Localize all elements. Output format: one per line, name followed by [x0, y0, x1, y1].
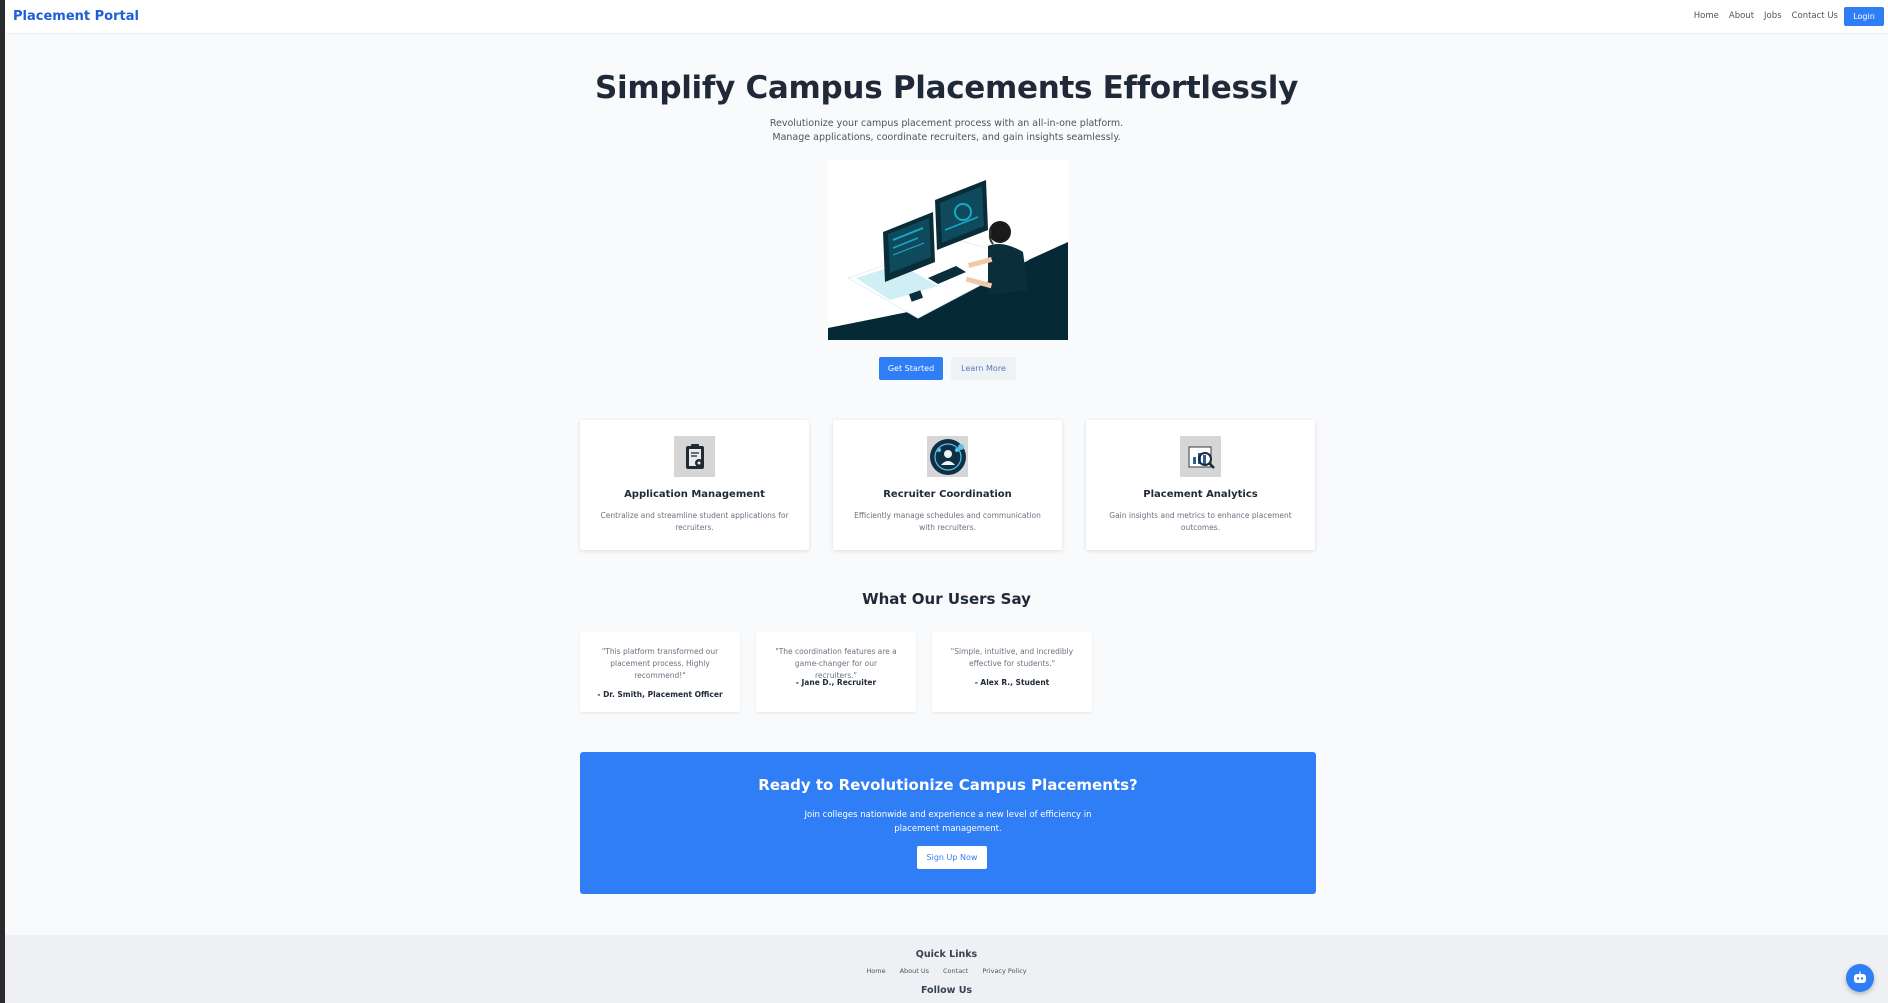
cta-subtitle: Join colleges nationwide and experience … [804, 810, 1092, 834]
chatbot-icon [1854, 971, 1866, 983]
clipboard-icon [674, 436, 715, 477]
sign-up-button[interactable]: Sign Up Now [917, 846, 987, 869]
testimonial-card: "The coordination features are a game-ch… [756, 632, 916, 712]
navbar: Placement Portal Home About Jobs Contact… [5, 0, 1888, 33]
footer-link-contact[interactable]: Contact [943, 967, 968, 975]
testimonials-title: What Our Users Say [862, 590, 1031, 608]
footer-follow-title: Follow Us [920, 985, 973, 996]
testimonial-quote: "The coordination features are a game-ch… [775, 647, 897, 680]
learn-more-button[interactable]: Learn More [951, 357, 1016, 380]
chatbot-button[interactable] [1846, 964, 1874, 992]
testimonial-author: - Dr. Smith, Placement Officer [597, 690, 723, 699]
nav-link-jobs[interactable]: Jobs [1764, 11, 1782, 21]
testimonial-quote: "Simple, intuitive, and incredibly effec… [950, 647, 1074, 668]
nav-link-home[interactable]: Home [1694, 11, 1719, 21]
feature-description: Efficiently manage schedules and communi… [854, 511, 1041, 532]
feature-card-recruiter-coordination: Recruiter Coordination Efficiently manag… [833, 420, 1062, 550]
hero-subtitle-line-2: Manage applications, coordinate recruite… [772, 132, 1121, 143]
testimonial-author: - Alex R., Student [974, 678, 1050, 687]
footer-link-about[interactable]: About Us [900, 967, 929, 975]
get-started-button[interactable]: Get Started [879, 357, 943, 380]
cta-banner: Ready to Revolutionize Campus Placements… [580, 752, 1316, 894]
brand-logo[interactable]: Placement Portal [13, 9, 139, 24]
footer-quick-links-title: Quick Links [915, 949, 978, 960]
hero-subtitle-line-1: Revolutionize your campus placement proc… [769, 118, 1124, 129]
feature-card-placement-analytics: Placement Analytics Gain insights and me… [1086, 420, 1315, 550]
testimonial-card: "Simple, intuitive, and incredibly effec… [932, 632, 1092, 712]
feature-description: Gain insights and metrics to enhance pla… [1109, 511, 1292, 532]
feature-title: Placement Analytics [1143, 489, 1258, 500]
recruiter-coordination-icon [927, 436, 968, 477]
nav-link-about[interactable]: About [1729, 11, 1754, 21]
footer-link-privacy[interactable]: Privacy Policy [982, 967, 1026, 975]
footer-link-home[interactable]: Home [866, 967, 885, 975]
hero-illustration [828, 160, 1068, 340]
page: Placement Portal Home About Jobs Contact… [5, 0, 1888, 1003]
feature-title: Recruiter Coordination [883, 489, 1012, 500]
testimonial-quote: "This platform transformed our placement… [601, 647, 719, 680]
footer: Quick Links Home About Us Contact Privac… [5, 935, 1888, 1003]
feature-title: Application Management [624, 489, 765, 500]
analytics-icon [1180, 436, 1221, 477]
hero-subtitle: Revolutionize your campus placement proc… [5, 117, 1888, 145]
nav-links: Home About Jobs Contact Us [1694, 11, 1838, 21]
testimonial-author: - Jane D., Recruiter [795, 678, 877, 687]
footer-links: Home About Us Contact Privacy Policy [5, 967, 1888, 975]
workstation-illustration-icon [828, 180, 1068, 340]
cta-title: Ready to Revolutionize Campus Placements… [758, 776, 1138, 794]
feature-card-application-management: Application Management Centralize and st… [580, 420, 809, 550]
testimonial-card: "This platform transformed our placement… [580, 632, 740, 712]
login-button[interactable]: Login [1844, 7, 1884, 26]
feature-description: Centralize and streamline student applic… [600, 511, 789, 532]
hero-title: Simplify Campus Placements Effortlessly [594, 70, 1299, 106]
nav-link-contact[interactable]: Contact Us [1792, 11, 1838, 21]
